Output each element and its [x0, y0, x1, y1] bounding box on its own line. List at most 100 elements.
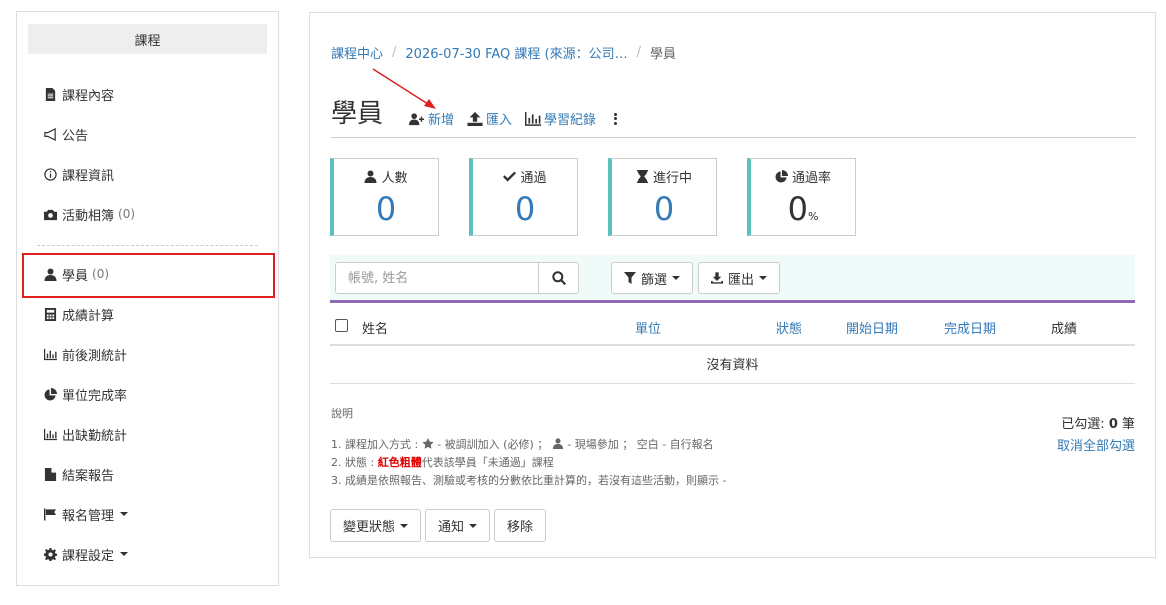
sidebar-item-course-settings[interactable]: 課程設定: [17, 534, 278, 574]
column-status[interactable]: 狀態: [776, 318, 802, 337]
sidebar-item-label: 課程內容: [62, 88, 115, 104]
note-line-1: 1. 課程加入方式 : - 被調訓加入 (必修) ； - 現場參加 ； 空白 -…: [331, 438, 714, 451]
selection-info: 已勾選: 0 筆 取消全部勾選: [1057, 413, 1135, 454]
gear-icon: [44, 547, 57, 561]
sidebar-item-pre-post-stats[interactable]: 前後測統計: [17, 334, 278, 374]
note-line-3: 3. 成績是依照報告、測驗或考核的分數依比重計算的，若沒有這些活動，則顯示 -: [331, 474, 727, 487]
file-icon: [45, 87, 56, 101]
sidebar-item-final-report[interactable]: 結案報告: [17, 454, 278, 494]
sidebar-item-label: 成績計算: [62, 308, 115, 324]
star-icon: [422, 438, 434, 449]
title-divider: [331, 137, 1136, 138]
sidebar-item-label: 活動相簿: [62, 208, 115, 224]
import-label: 匯入: [486, 113, 513, 128]
column-unit[interactable]: 單位: [635, 318, 661, 337]
breadcrumb-course[interactable]: 2026-07-30 FAQ 課程 (來源：公司…: [405, 43, 627, 62]
calculator-icon: [44, 307, 57, 321]
learning-records-button[interactable]: 學習紀錄: [525, 109, 596, 128]
sidebar-item-label: 結案報告: [62, 468, 115, 484]
clear-selection-link[interactable]: 取消全部勾選: [1057, 435, 1135, 454]
select-all-checkbox[interactable]: [335, 319, 348, 332]
column-name: 姓名: [362, 322, 389, 337]
page-title: 學員: [331, 99, 384, 129]
pie-chart-icon: [775, 170, 788, 183]
column-end-date[interactable]: 完成日期: [944, 318, 996, 337]
search-group: [335, 262, 579, 294]
sidebar-item-unit-completion[interactable]: 單位完成率: [17, 374, 278, 414]
stats-row: 人數 0 通過 0 進行中 0 通過率 0%: [330, 158, 886, 236]
stat-card-in-progress: 進行中 0: [608, 158, 717, 236]
sidebar-item-announcements[interactable]: 公告: [17, 114, 278, 154]
search-input[interactable]: [335, 262, 539, 294]
chevron-down-icon: [120, 552, 129, 556]
sidebar-item-label: 課程資訊: [62, 168, 115, 184]
bar-chart-icon: [525, 111, 542, 126]
stat-value: 0: [514, 190, 536, 228]
bar-chart-icon: [44, 348, 57, 360]
document-icon: [44, 467, 57, 481]
highlight-box: [22, 253, 275, 298]
sidebar-item-label: 報名管理: [62, 508, 115, 524]
column-start-date[interactable]: 開始日期: [846, 318, 898, 337]
stat-value: 0%: [787, 190, 819, 228]
sidebar-item-label: 公告: [62, 128, 89, 144]
sidebar-item-label: 單位完成率: [62, 388, 128, 404]
sidebar-item-label: 出缺勤統計: [62, 428, 128, 444]
filter-bar: 篩選 匯出: [330, 255, 1135, 303]
user-icon: [364, 170, 377, 183]
notes: 說明 1. 課程加入方式 : - 被調訓加入 (必修) ； - 現場參加 ； 空…: [331, 405, 726, 490]
user-plus-icon: [409, 112, 425, 125]
bullhorn-icon: [44, 127, 56, 141]
note-line-2: 2. 狀態 : 紅色粗體代表該學員「未通過」課程: [331, 456, 554, 469]
records-label: 學習紀錄: [544, 113, 597, 128]
sidebar: 課程 課程內容 公告 課程資訊 活動相簿 (0) 學員 (0) 成績計算 前後測…: [16, 11, 279, 586]
upload-icon: [467, 111, 483, 126]
change-status-button[interactable]: 變更狀態: [330, 509, 422, 542]
selection-count: 已勾選: 0 筆: [1061, 417, 1135, 432]
import-button[interactable]: 匯入: [467, 109, 512, 128]
export-label: 匯出: [728, 272, 755, 288]
bar-chart-icon: [44, 428, 57, 440]
sidebar-item-course-content[interactable]: 課程內容: [17, 74, 278, 114]
chevron-down-icon: [672, 276, 681, 280]
hourglass-icon: [636, 170, 649, 183]
chevron-down-icon: [469, 523, 478, 528]
stat-value: 0: [653, 190, 675, 228]
page-actions: 新增 匯入 學習紀錄: [409, 109, 621, 128]
empty-row: 沒有資料: [330, 348, 1135, 384]
stat-unit: %: [807, 210, 819, 223]
stat-value: 0: [375, 190, 397, 228]
sidebar-divider: [37, 245, 258, 246]
breadcrumb-home[interactable]: 課程中心: [331, 43, 383, 62]
breadcrumb-separator: /: [636, 45, 641, 60]
notify-button[interactable]: 通知: [425, 509, 491, 542]
remove-button[interactable]: 移除: [494, 509, 547, 542]
export-button[interactable]: 匯出: [698, 262, 781, 294]
flag-icon: [44, 507, 57, 521]
sidebar-header: 課程: [28, 24, 267, 54]
add-label: 新增: [428, 113, 455, 128]
pie-chart-icon: [44, 387, 57, 401]
breadcrumb-separator: /: [392, 45, 397, 60]
sidebar-list: 課程內容 公告 課程資訊 活動相簿 (0) 學員 (0) 成績計算 前後測統計: [17, 74, 278, 574]
search-icon: [551, 271, 566, 285]
stat-label: 進行中: [652, 171, 692, 186]
chevron-down-icon: [120, 512, 129, 516]
info-icon: [44, 167, 57, 181]
stat-label: 人數: [381, 171, 408, 186]
notes-title: 說明: [331, 407, 353, 420]
sidebar-item-album[interactable]: 活動相簿 (0): [17, 194, 278, 234]
sidebar-item-attendance-stats[interactable]: 出缺勤統計: [17, 414, 278, 454]
sidebar-item-course-info[interactable]: 課程資訊: [17, 154, 278, 194]
search-button[interactable]: [539, 262, 579, 294]
filter-label: 篩選: [641, 272, 668, 288]
sidebar-item-grading[interactable]: 成績計算: [17, 294, 278, 334]
sidebar-item-label: 課程設定: [62, 548, 115, 564]
filter-button[interactable]: 篩選: [611, 262, 694, 294]
stat-card-passed: 通過 0: [469, 158, 578, 236]
add-student-button[interactable]: 新增: [409, 109, 454, 128]
chevron-down-icon: [759, 276, 768, 280]
more-options-icon[interactable]: [609, 111, 621, 127]
sidebar-item-registration[interactable]: 報名管理: [17, 494, 278, 534]
download-icon: [711, 272, 723, 284]
